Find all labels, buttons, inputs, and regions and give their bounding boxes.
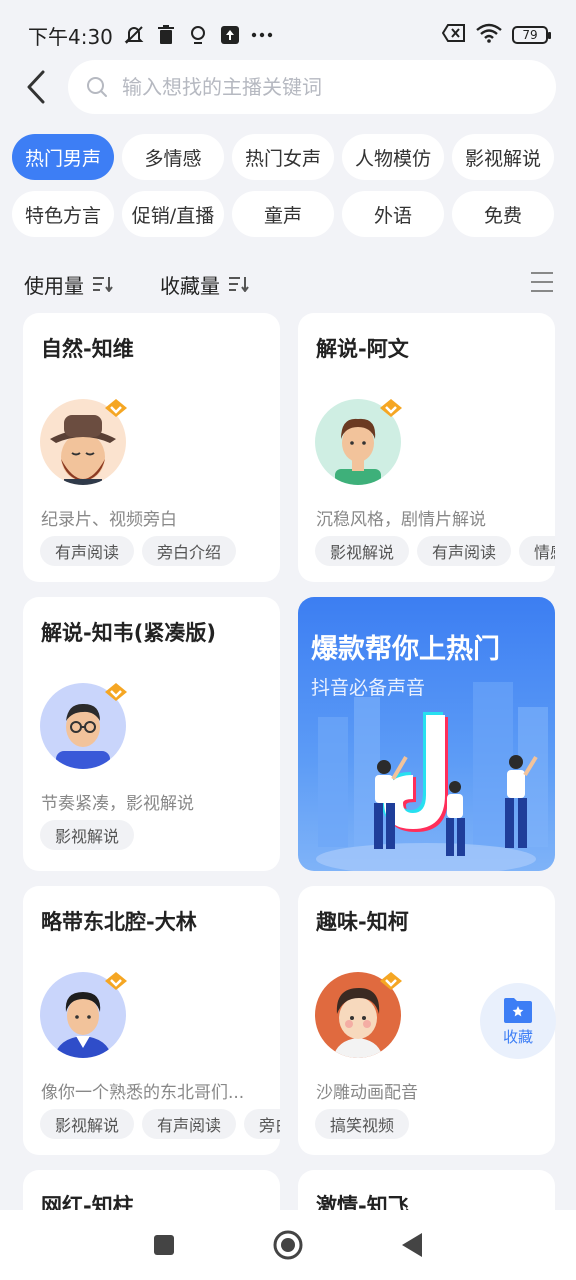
vip-badge-icon: [380, 399, 402, 417]
chip-category[interactable]: 热门男声: [12, 134, 114, 180]
sim-card-icon: [441, 23, 466, 47]
voice-title: 略带东北腔-大林: [41, 910, 197, 934]
vip-badge-icon: [105, 972, 127, 990]
chip-category[interactable]: 人物模仿: [342, 134, 444, 180]
voice-card[interactable]: 自然-知维 纪录片、视频旁白 有声阅读 旁白介绍: [23, 313, 280, 582]
promo-banner[interactable]: 爆款帮你上热门 抖音必备声音: [298, 597, 555, 871]
trash-icon: [155, 24, 177, 46]
square-icon: [154, 1235, 174, 1255]
tag: 搞笑视频: [315, 1109, 410, 1139]
voice-description: 纪录片、视频旁白: [41, 510, 177, 530]
favorites-button[interactable]: 收藏: [480, 983, 556, 1059]
chip-category[interactable]: 促销/直播: [122, 191, 224, 237]
voice-title: 解说-阿文: [316, 337, 409, 361]
sort-icon: [229, 277, 249, 292]
tag: 有声阅读: [417, 536, 512, 566]
favorite-folder-icon: [504, 997, 532, 1023]
back-arrow-icon: [27, 70, 45, 104]
vip-badge-icon: [380, 972, 402, 990]
promo-subtitle: 抖音必备声音: [311, 677, 426, 699]
voice-description: 沙雕动画配音: [316, 1083, 418, 1103]
chip-category[interactable]: 童声: [232, 191, 334, 237]
tag: 有声阅读: [142, 1109, 237, 1139]
voice-card[interactable]: 略带东北腔-大林 像你一个熟悉的东北哥们... 影视解说 有声阅读 旁白: [23, 886, 280, 1155]
sort-row: 使用量 收藏量: [24, 262, 554, 306]
voice-title: 自然-知维: [41, 337, 134, 361]
tag: 旁白介绍: [142, 536, 237, 566]
tag: 情感: [519, 536, 555, 566]
sort-by-favorites[interactable]: 收藏量: [160, 270, 250, 299]
battery-icon: 79: [512, 26, 551, 44]
tag: 影视解说: [40, 1109, 135, 1139]
battery-level: 79: [522, 28, 538, 42]
vip-badge-icon: [105, 399, 127, 417]
search-row: [0, 58, 576, 116]
mute-icon: [123, 24, 145, 46]
voice-title: 解说-知韦(紧凑版): [41, 621, 216, 645]
voice-description: 节奏紧凑，影视解说: [41, 794, 194, 814]
chip-category[interactable]: 影视解说: [452, 134, 554, 180]
sort-favorites-label: 收藏量: [160, 273, 220, 298]
voice-description: 像你一个熟悉的东北哥们...: [41, 1083, 245, 1103]
list-icon: [531, 272, 553, 292]
status-time: 下午4:30: [28, 24, 113, 49]
tag: 有声阅读: [40, 536, 135, 566]
chip-category[interactable]: 外语: [342, 191, 444, 237]
search-box[interactable]: [68, 60, 556, 114]
voice-card[interactable]: 解说-知韦(紧凑版) 节奏紧凑，影视解说 影视解说: [23, 597, 280, 871]
system-nav-bar: [0, 1210, 576, 1280]
tag-list: 影视解说 有声阅读 情感: [315, 536, 555, 566]
sort-by-usage[interactable]: 使用量: [24, 270, 114, 299]
search-input[interactable]: [122, 75, 502, 99]
tag-list: 搞笑视频: [315, 1109, 410, 1139]
recent-apps-button[interactable]: [134, 1215, 194, 1275]
voice-card[interactable]: 解说-阿文 沉稳风格，剧情片解说 影视解说 有声阅读 情感: [298, 313, 555, 582]
category-chips: 热门男声 多情感 热门女声 人物模仿 影视解说 特色方言 促销/直播 童声 外语…: [12, 134, 564, 237]
voice-description: 沉稳风格，剧情片解说: [316, 510, 486, 530]
chip-category[interactable]: 多情感: [122, 134, 224, 180]
tag: 影视解说: [40, 820, 135, 850]
chip-category[interactable]: 免费: [452, 191, 554, 237]
search-icon: [87, 77, 107, 97]
back-button[interactable]: [6, 58, 66, 116]
chip-category[interactable]: 热门女声: [232, 134, 334, 180]
chip-category[interactable]: 特色方言: [12, 191, 114, 237]
favorites-label: 收藏: [502, 1027, 533, 1046]
upload-icon: [219, 24, 241, 46]
sort-icon: [93, 277, 113, 292]
tag-list: 影视解说 有声阅读 旁白: [40, 1109, 280, 1139]
wifi-icon: [476, 23, 502, 48]
tag: 旁白: [244, 1109, 280, 1139]
tag-list: 影视解说: [40, 820, 135, 850]
sort-usage-label: 使用量: [24, 273, 84, 298]
more-dots-icon: [251, 24, 273, 46]
location-icon: [187, 24, 209, 46]
vip-badge-icon: [105, 683, 127, 701]
triangle-back-icon: [402, 1233, 422, 1257]
list-view-toggle[interactable]: [530, 271, 554, 297]
back-nav-button[interactable]: [382, 1215, 442, 1275]
home-button[interactable]: [258, 1215, 318, 1275]
tag-list: 有声阅读 旁白介绍: [40, 536, 237, 566]
voice-title: 趣味-知柯: [316, 910, 409, 934]
circle-home-icon: [273, 1230, 303, 1260]
tag: 影视解说: [315, 536, 410, 566]
promo-title: 爆款帮你上热门: [311, 634, 500, 665]
